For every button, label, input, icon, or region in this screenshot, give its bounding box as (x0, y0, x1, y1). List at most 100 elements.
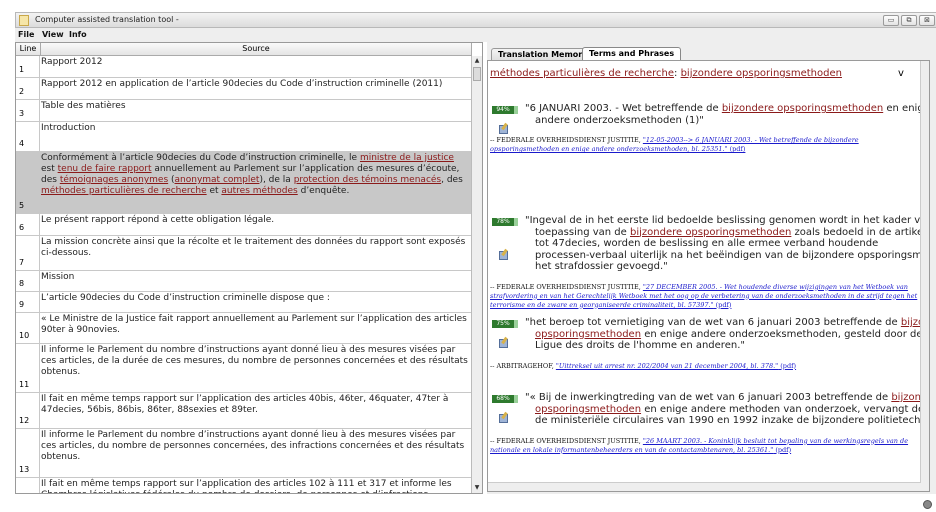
term-link[interactable]: témoignages anonymes (60, 175, 168, 185)
term-link[interactable]: opsporingsmethoden (535, 404, 641, 415)
source-link[interactable]: "12-05-2003--> 6 JANUARI 2003. - Wet bet… (643, 136, 859, 144)
row-number-cell: 9 (16, 292, 40, 312)
menu-file[interactable]: File (18, 30, 34, 39)
edit-icon[interactable] (499, 251, 508, 260)
menu-info[interactable]: Info (69, 30, 87, 39)
source-link[interactable]: "Uittreksel uit arrest nr. 202/2004 van … (556, 362, 778, 370)
table-row[interactable]: 3 Table des matières (16, 100, 472, 122)
term-link[interactable]: méthodes particulières de recherche (41, 186, 207, 196)
match-percent-badge: 78% (492, 218, 518, 226)
row-source-text[interactable]: Conformément à l’article 90decies du Cod… (41, 153, 470, 197)
row-source-text[interactable]: Introduction (41, 123, 470, 134)
term-link[interactable]: ministre de la justice (360, 153, 454, 163)
source-scrollbar[interactable]: ▲ ▼ (471, 56, 482, 493)
source-link[interactable]: terrorisme en de zware en georganiseerde… (490, 301, 714, 309)
scroll-up-arrow[interactable]: ▲ (472, 56, 482, 66)
row-source-text[interactable]: « Le Ministre de la Justice fait rapport… (41, 314, 470, 336)
minimize-button[interactable]: ▭ (883, 15, 899, 26)
source-publisher: -- FEDERALE OVERHEIDSDIENST JUSTITIE, (490, 136, 643, 144)
title-bar: Computer assisted translation tool - ▭ ⧉… (0, 0, 936, 28)
row-source-text[interactable]: Il fait en même temps rapport sur l’appl… (41, 479, 470, 493)
source-link[interactable]: "27 DECEMBER 2005. - Wet houdende divers… (643, 283, 908, 291)
maximize-button[interactable]: ⧉ (901, 15, 917, 26)
pdf-link[interactable]: (pdf) (714, 301, 732, 309)
row-number-cell: 1 (16, 56, 40, 77)
term-link[interactable]: autres méthodes (221, 186, 297, 196)
match-text-line: de ministeriële circulaires van 1990 en … (535, 415, 929, 427)
row-source-text[interactable]: Mission (41, 272, 470, 283)
pdf-link[interactable]: (pdf) (773, 446, 791, 454)
table-row[interactable]: 8 Mission (16, 271, 472, 292)
source-publisher: -- ARBITRAGEHOF, (490, 361, 556, 370)
text-segment: Il informe le Parlement du nombre d’inst… (41, 345, 468, 377)
text-segment: , des (441, 175, 463, 185)
text-segment: L’article 90decies du Code d’instruction… (41, 293, 330, 303)
text-segment: Il fait en même temps rapport sur l’appl… (41, 394, 449, 415)
term-link[interactable]: protection des témoins menacés (294, 175, 441, 185)
row-number: 11 (19, 380, 30, 389)
table-row[interactable]: 13 Il informe le Parlement du nombre d’in… (16, 429, 472, 478)
match-text-line: Ligue des droits de l'homme en anderen." (535, 340, 929, 352)
menu-view[interactable]: View (42, 30, 64, 39)
source-publisher: -- FEDERALE OVERHEIDSDIENST JUSTITIE, (490, 436, 643, 445)
match-percent-badge: 75% (492, 320, 518, 328)
row-number-cell: 2 (16, 78, 40, 99)
table-row[interactable]: 7 La mission concrète ainsi que la récolt… (16, 236, 472, 271)
row-source-text[interactable]: Il fait en même temps rapport sur l’appl… (41, 394, 470, 416)
text-segment: Ligue des droits de l'homme en anderen." (535, 340, 745, 351)
scroll-down-arrow[interactable]: ▼ (472, 483, 482, 493)
term-link[interactable]: bijzondere opsporingsmethoden (722, 103, 883, 114)
source-link[interactable]: "26 MAART 2003. - Koninklijk besluit tot… (643, 437, 908, 445)
match-text-line: "het beroep tot vernietiging van de wet … (525, 317, 929, 329)
column-header-line[interactable]: Line (16, 43, 41, 56)
table-row[interactable]: Il fait en même temps rapport sur l’appl… (16, 478, 472, 493)
term-link[interactable]: bijzondere opsporingsmethoden (630, 227, 791, 238)
row-source-text[interactable]: Il informe le Parlement du nombre d’inst… (41, 430, 470, 463)
term-link[interactable]: opsporingsmethoden (535, 329, 641, 340)
text-segment: ), de la (259, 175, 294, 185)
row-source-text[interactable]: La mission concrète ainsi que la récolte… (41, 237, 470, 259)
source-link[interactable]: opsporingsmethoden en enige andere onder… (490, 145, 728, 153)
scroll-thumb[interactable] (473, 67, 481, 81)
table-row[interactable]: 2 Rapport 2012 en application de l’articl… (16, 78, 472, 100)
edit-icon[interactable] (499, 414, 508, 423)
table-row[interactable]: 9 L’article 90decies du Code d’instructio… (16, 292, 472, 313)
row-source-text[interactable]: Table des matières (41, 101, 470, 112)
app-icon (19, 15, 29, 26)
source-link[interactable]: strafvordering en van het Gerechtelijk W… (490, 292, 917, 300)
row-source-text[interactable]: Le présent rapport répond à cette obliga… (41, 215, 470, 226)
table-row[interactable]: 6 Le présent rapport répond à cette oblig… (16, 214, 472, 236)
row-source-text[interactable]: Rapport 2012 en application de l’article… (41, 79, 470, 90)
text-segment: "het beroep tot vernietiging van de wet … (525, 317, 901, 328)
table-row[interactable]: 5 Conformément à l’article 90decies du Co… (16, 152, 472, 214)
edit-icon[interactable] (499, 339, 508, 348)
table-row[interactable]: 4 Introduction (16, 122, 472, 152)
phrase-target[interactable]: bijzondere opsporingsmethoden (681, 68, 842, 79)
close-button[interactable]: ⊠ (919, 15, 935, 26)
match-text-line: opsporingsmethoden en enige andere metho… (535, 404, 929, 416)
table-row[interactable]: 11 Il informe le Parlement du nombre d’in… (16, 344, 472, 393)
row-source-text[interactable]: Rapport 2012 (41, 57, 470, 68)
edit-icon[interactable] (499, 125, 508, 134)
row-source-text[interactable]: Il informe le Parlement du nombre d’inst… (41, 345, 470, 378)
pdf-link[interactable]: (pdf) (778, 362, 796, 370)
row-number-cell: 7 (16, 236, 40, 270)
row-number-cell (16, 478, 40, 493)
row-source-text[interactable]: L’article 90decies du Code d’instruction… (41, 293, 470, 304)
term-link[interactable]: anonymat complet (175, 175, 260, 185)
row-number: 12 (19, 416, 30, 425)
source-link[interactable]: nationale en lokale informantenbeheerder… (490, 446, 773, 454)
source-reference: -- FEDERALE OVERHEIDSDIENST JUSTITIE, "2… (490, 283, 920, 292)
row-number-cell: 8 (16, 271, 40, 291)
table-row[interactable]: 12 Il fait en même temps rapport sur l’ap… (16, 393, 472, 429)
tab-terms-and-phrases[interactable]: Terms and Phrases (582, 47, 682, 61)
term-link[interactable]: tenu de faire rapport (58, 164, 152, 174)
phrase-source[interactable]: méthodes particulières de recherche (490, 68, 674, 79)
table-row[interactable]: 1 Rapport 2012 (16, 56, 472, 78)
table-row[interactable]: 10 « Le Ministre de la Justice fait rappo… (16, 313, 472, 344)
terms-vertical-scrollbar[interactable] (920, 61, 929, 491)
column-header-source[interactable]: Source (41, 43, 472, 56)
text-segment: Table des matières (41, 101, 126, 111)
pdf-link[interactable]: (pdf) (728, 145, 746, 153)
terms-horizontal-scrollbar[interactable] (488, 482, 921, 491)
